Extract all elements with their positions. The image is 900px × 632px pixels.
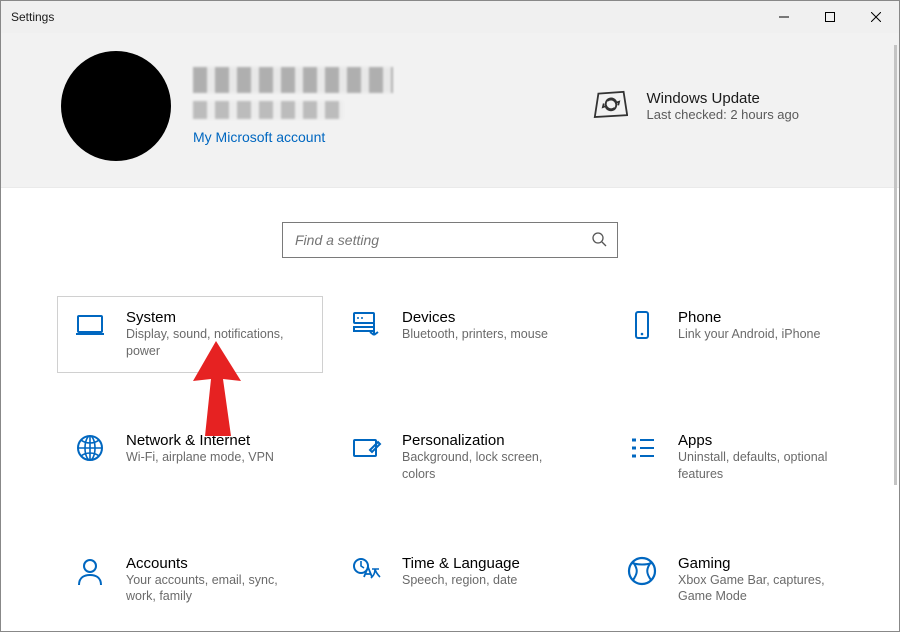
tile-title: Network & Internet bbox=[126, 432, 274, 449]
phone-icon bbox=[626, 309, 658, 341]
tile-desc: Background, lock screen, colors bbox=[402, 449, 577, 483]
close-button[interactable] bbox=[853, 1, 899, 33]
tile-title: Devices bbox=[402, 309, 548, 326]
tile-title: System bbox=[126, 309, 301, 326]
tile-time-language[interactable]: Time & Language Speech, region, date bbox=[333, 542, 599, 619]
tile-devices[interactable]: Devices Bluetooth, printers, mouse bbox=[333, 296, 599, 373]
settings-grid: System Display, sound, notifications, po… bbox=[1, 284, 899, 618]
update-title: Windows Update bbox=[647, 90, 800, 107]
system-icon bbox=[74, 309, 106, 341]
search-wrap bbox=[1, 188, 899, 284]
window-controls bbox=[761, 1, 899, 33]
tile-title: Personalization bbox=[402, 432, 577, 449]
globe-icon bbox=[74, 432, 106, 464]
tile-desc: Speech, region, date bbox=[402, 572, 520, 589]
search-box[interactable] bbox=[282, 222, 618, 258]
tile-title: Gaming bbox=[678, 555, 853, 572]
accounts-icon bbox=[74, 555, 106, 587]
minimize-button[interactable] bbox=[761, 1, 807, 33]
account-header: My Microsoft account Windows Update Last… bbox=[1, 33, 899, 188]
tile-accounts[interactable]: Accounts Your accounts, email, sync, wor… bbox=[57, 542, 323, 619]
tile-gaming[interactable]: Gaming Xbox Game Bar, captures, Game Mod… bbox=[609, 542, 875, 619]
personalization-icon bbox=[350, 432, 382, 464]
user-block: My Microsoft account bbox=[61, 51, 393, 161]
tile-title: Phone bbox=[678, 309, 820, 326]
tile-title: Time & Language bbox=[402, 555, 520, 572]
tile-personalization[interactable]: Personalization Background, lock screen,… bbox=[333, 419, 599, 496]
windows-update-block[interactable]: Windows Update Last checked: 2 hours ago bbox=[593, 90, 800, 122]
tile-desc: Link your Android, iPhone bbox=[678, 326, 820, 343]
devices-icon bbox=[350, 309, 382, 341]
tile-desc: Xbox Game Bar, captures, Game Mode bbox=[678, 572, 853, 606]
user-name-redacted bbox=[193, 67, 393, 93]
tile-apps[interactable]: Apps Uninstall, defaults, optional featu… bbox=[609, 419, 875, 496]
user-email-redacted bbox=[193, 101, 343, 119]
tile-desc: Your accounts, email, sync, work, family bbox=[126, 572, 301, 606]
apps-icon bbox=[626, 432, 658, 464]
time-language-icon bbox=[350, 555, 382, 587]
tile-phone[interactable]: Phone Link your Android, iPhone bbox=[609, 296, 875, 373]
windows-update-icon bbox=[593, 90, 629, 120]
gaming-icon bbox=[626, 555, 658, 587]
tile-desc: Bluetooth, printers, mouse bbox=[402, 326, 548, 343]
user-text: My Microsoft account bbox=[193, 67, 393, 145]
tile-system[interactable]: System Display, sound, notifications, po… bbox=[57, 296, 323, 373]
ms-account-link[interactable]: My Microsoft account bbox=[193, 129, 393, 145]
tile-title: Accounts bbox=[126, 555, 301, 572]
search-input[interactable] bbox=[295, 232, 591, 248]
avatar[interactable] bbox=[61, 51, 171, 161]
window-title: Settings bbox=[11, 10, 54, 24]
tile-desc: Wi-Fi, airplane mode, VPN bbox=[126, 449, 274, 466]
update-subtitle: Last checked: 2 hours ago bbox=[647, 107, 800, 122]
search-icon bbox=[591, 231, 607, 250]
maximize-button[interactable] bbox=[807, 1, 853, 33]
tile-network[interactable]: Network & Internet Wi-Fi, airplane mode,… bbox=[57, 419, 323, 496]
tile-title: Apps bbox=[678, 432, 853, 449]
tile-desc: Uninstall, defaults, optional features bbox=[678, 449, 853, 483]
title-bar: Settings bbox=[1, 1, 899, 33]
tile-desc: Display, sound, notifications, power bbox=[126, 326, 301, 360]
scrollbar[interactable] bbox=[894, 45, 897, 485]
